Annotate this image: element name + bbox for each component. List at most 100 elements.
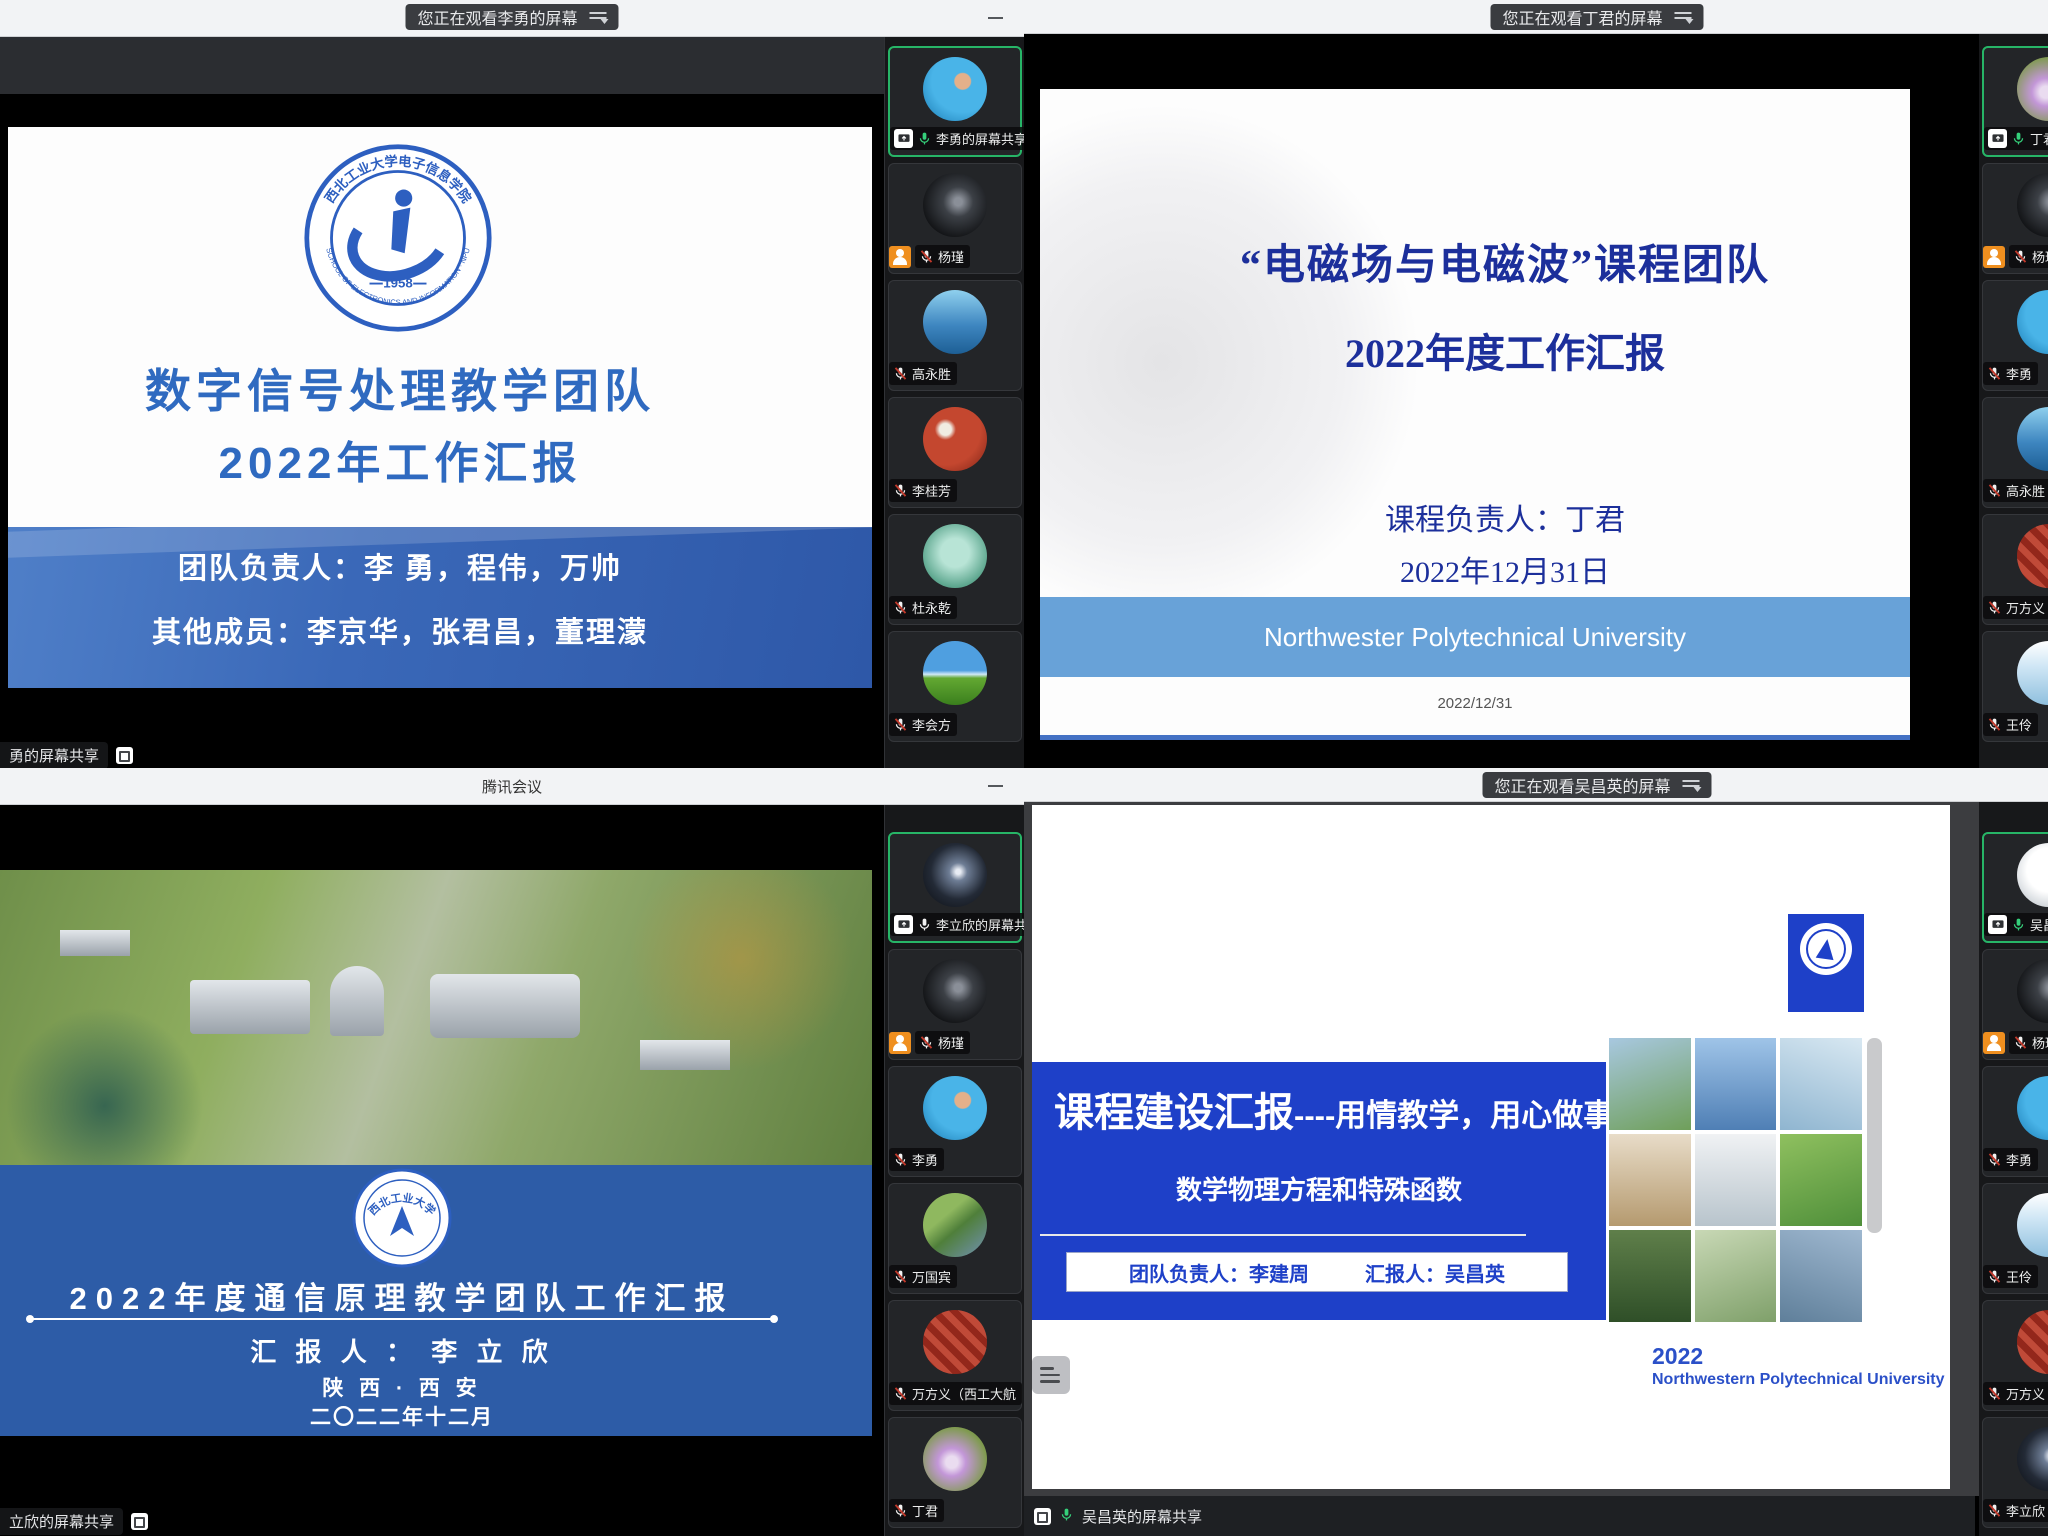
mic-icon bbox=[1987, 1386, 2002, 1401]
divider bbox=[28, 1318, 776, 1320]
participant-name: 李会方 bbox=[912, 715, 951, 734]
participant-tile[interactable]: 万方义（西工大航 bbox=[888, 1300, 1022, 1411]
watching-screen-label: 您正在观看吴昌英的屏幕 bbox=[1494, 773, 1670, 797]
participant-tile[interactable]: 高永胜 bbox=[1982, 397, 2048, 508]
watching-screen-pill[interactable]: 您正在观看吴昌英的屏幕 bbox=[1482, 772, 1711, 798]
screen-share-icon bbox=[894, 915, 913, 934]
collage-photo bbox=[1609, 1038, 1691, 1130]
participant-tile[interactable]: 丁君的屏幕共享 bbox=[1982, 46, 2048, 157]
participant-tile[interactable]: 杜永乾 bbox=[888, 514, 1022, 625]
collage-photo bbox=[1695, 1038, 1777, 1130]
participant-tile[interactable]: 丁君 bbox=[888, 1417, 1022, 1528]
participant-name: 高永胜 bbox=[912, 364, 951, 383]
meeting-window-dingjun: “电磁场与电磁波”课程团队 2022年度工作汇报 课程负责人：丁君 2022年1… bbox=[1024, 0, 2048, 768]
app-title: 腾讯会议 bbox=[0, 768, 1024, 804]
participant-tile[interactable]: 万国宾 bbox=[888, 1183, 1022, 1294]
watching-screen-pill[interactable]: 您正在观看李勇的屏幕 bbox=[405, 4, 618, 30]
school-logo: 西北工业大学电子信息学院 SCHOOL OF ELECTRONICS AND I… bbox=[303, 143, 493, 333]
slide-date-small: 2022/12/31 bbox=[1040, 695, 1910, 712]
participant-tile[interactable]: 杨瑾 bbox=[1982, 163, 2048, 274]
mic-icon bbox=[2011, 917, 2026, 932]
participants-panel: 李立欣的屏幕共享杨瑾李勇万国宾万方义（西工大航丁君 bbox=[884, 804, 1024, 1536]
participant-tile[interactable]: 李桂芳 bbox=[888, 397, 1022, 508]
mic-icon bbox=[1987, 483, 2002, 498]
slide-title-main: 课程建设汇报 bbox=[1054, 1091, 1294, 1135]
avatar bbox=[923, 1427, 987, 1491]
presenter-line: 汇 报 人 ： 李 立 欣 bbox=[0, 1332, 804, 1369]
window-titlebar: 腾讯会议 bbox=[0, 768, 1024, 805]
collage-photo bbox=[1695, 1134, 1777, 1226]
mic-icon bbox=[1987, 366, 2002, 381]
participant-tile[interactable]: 李勇 bbox=[888, 1066, 1022, 1177]
meeting-window-tencent: 2022年度通信原理教学团队工作汇报 汇 报 人 ： 李 立 欣 陕 西 · 西… bbox=[0, 768, 1024, 1536]
shared-slide: “电磁场与电磁波”课程团队 2022年度工作汇报 课程负责人：丁君 2022年1… bbox=[1040, 89, 1910, 740]
team-leaders-line: 团队负责人：李 勇，程伟，万帅 bbox=[8, 545, 792, 587]
screen-share-banner: 勇的屏幕共享 bbox=[0, 742, 133, 768]
participant-name: 李桂芳 bbox=[912, 481, 951, 500]
participant-tile[interactable]: 李立欣 bbox=[1982, 1417, 2048, 1528]
floating-toolbar-button[interactable] bbox=[1032, 1356, 1070, 1394]
participant-name: 杨瑾 bbox=[938, 1033, 964, 1052]
participant-tile[interactable]: 李会方 bbox=[888, 631, 1022, 742]
participant-tile[interactable]: 李立欣的屏幕共享 bbox=[888, 832, 1022, 943]
course-leader-line: 课程负责人：丁君 bbox=[1100, 495, 1910, 539]
participants-panel: 丁君的屏幕共享杨瑾李勇高永胜万方义王伶 bbox=[1979, 33, 2048, 768]
avatar bbox=[2017, 524, 2048, 588]
screen-share-banner: 立欣的屏幕共享 bbox=[0, 1508, 148, 1535]
share-menu-icon[interactable] bbox=[1683, 779, 1700, 792]
participant-name: 杨瑾 bbox=[2032, 247, 2048, 266]
participant-name: 万方义（西工大航 bbox=[912, 1384, 1016, 1403]
share-menu-icon[interactable] bbox=[590, 11, 607, 24]
date-line: 2022年12月31日 bbox=[1100, 547, 1910, 591]
participant-tile[interactable]: 杨瑾 bbox=[1982, 949, 2048, 1060]
university-name: Northwester Polytechnical University bbox=[1264, 622, 1686, 653]
participant-tile[interactable]: 李勇的屏幕共享 bbox=[888, 46, 1022, 157]
participant-tile[interactable]: 杨瑾 bbox=[888, 163, 1022, 274]
participant-tile[interactable]: 万方义 bbox=[1982, 1300, 2048, 1411]
title-band: 课程建设汇报----用情教学，用心做事 数学物理方程和特殊函数 团队负责人：李建… bbox=[1032, 1062, 1606, 1320]
participant-tile[interactable]: 高永胜 bbox=[888, 280, 1022, 391]
avatar bbox=[2017, 959, 2048, 1023]
participant-name: 丁君 bbox=[912, 1501, 938, 1520]
avatar bbox=[923, 524, 987, 588]
slide-footer-band: 团队负责人：李 勇，程伟，万帅 其他成员：李京华，张君昌，董理濛 bbox=[8, 527, 872, 688]
participant-tile[interactable]: 王伶 bbox=[1982, 1183, 2048, 1294]
participants-panel: 李勇的屏幕共享杨瑾高永胜李桂芳杜永乾李会方 bbox=[884, 36, 1024, 768]
share-menu-icon[interactable] bbox=[1675, 11, 1692, 24]
university-logo-block bbox=[1788, 914, 1864, 1012]
participant-tile[interactable]: 杨瑾 bbox=[888, 949, 1022, 1060]
scrollbar-thumb[interactable] bbox=[1867, 1038, 1882, 1233]
app-chrome-strip bbox=[0, 36, 884, 94]
mic-icon bbox=[1987, 717, 2002, 732]
participant-tile[interactable]: 李勇 bbox=[1982, 1066, 2048, 1177]
place-line: 陕 西 · 西 安 bbox=[0, 1372, 804, 1402]
presenter-label: 汇报人：吴昌英 bbox=[1365, 1258, 1505, 1287]
watching-screen-pill[interactable]: 您正在观看丁君的屏幕 bbox=[1490, 4, 1703, 30]
mic-icon bbox=[917, 917, 932, 932]
avatar bbox=[923, 843, 987, 907]
mic-icon bbox=[919, 249, 934, 264]
collage-photo bbox=[1695, 1230, 1777, 1322]
share-indicator-icon[interactable] bbox=[131, 1513, 148, 1530]
participant-name: 万方义 bbox=[2006, 1384, 2045, 1403]
university-seal bbox=[1800, 923, 1852, 975]
avatar bbox=[923, 407, 987, 471]
minimize-button[interactable] bbox=[988, 785, 1003, 787]
collage-photo bbox=[1780, 1230, 1862, 1322]
slide-title-sub: ----用情教学，用心做事 bbox=[1294, 1098, 1614, 1133]
university-band: Northwester Polytechnical University bbox=[1040, 597, 1910, 677]
slide-title: 课程建设汇报----用情教学，用心做事 bbox=[1054, 1080, 1614, 1138]
watching-screen-label: 您正在观看丁君的屏幕 bbox=[1502, 5, 1662, 29]
mic-icon bbox=[893, 717, 908, 732]
participant-tile[interactable]: 李勇 bbox=[1982, 280, 2048, 391]
participant-tile[interactable]: 吴昌英的屏幕共享 bbox=[1982, 832, 2048, 943]
window-titlebar: 您正在观看吴昌英的屏幕 bbox=[1024, 768, 2048, 802]
share-indicator-icon[interactable] bbox=[116, 747, 133, 764]
presenter-badge-icon bbox=[889, 246, 911, 268]
participant-name: 李勇的屏幕共享 bbox=[936, 129, 1024, 148]
mic-icon bbox=[917, 131, 932, 146]
minimize-button[interactable] bbox=[988, 17, 1003, 19]
plane-glyph bbox=[1816, 938, 1837, 960]
participant-tile[interactable]: 万方义 bbox=[1982, 514, 2048, 625]
participant-tile[interactable]: 王伶 bbox=[1982, 631, 2048, 742]
